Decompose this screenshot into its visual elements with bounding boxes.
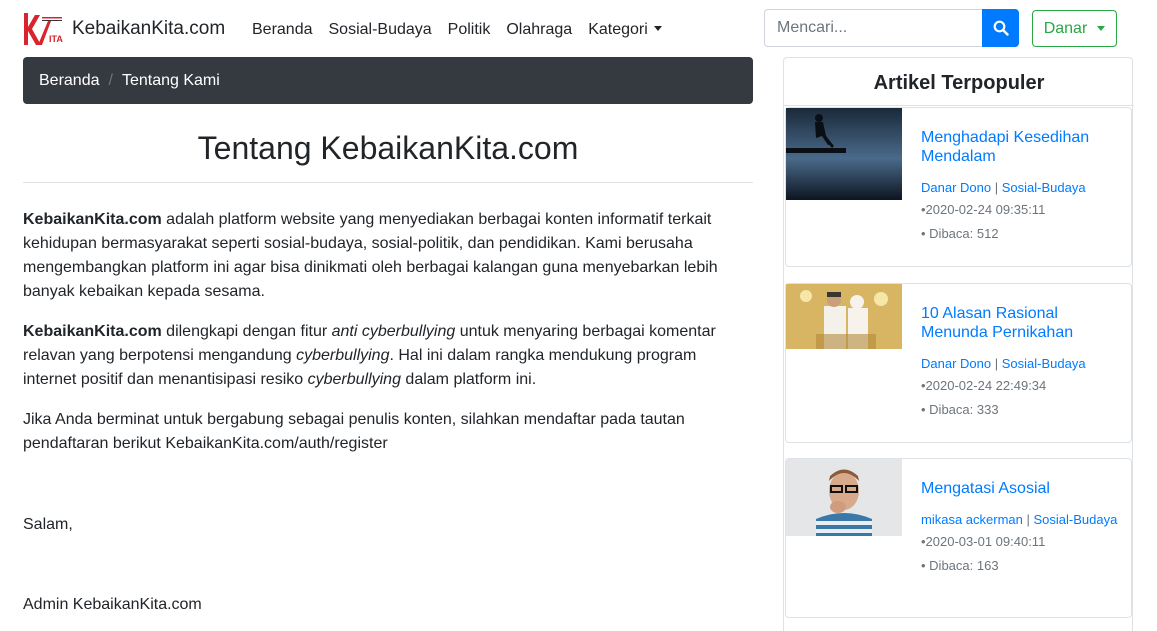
- article-author-link[interactable]: Danar Dono: [921, 180, 991, 195]
- navbar: ITA KebaikanKita.com Beranda Sosial-Buda…: [0, 0, 1157, 57]
- article-date: •2020-02-24 22:49:34: [921, 378, 1047, 393]
- breadcrumb-current: Tentang Kami: [121, 71, 220, 89]
- article-category-link[interactable]: Sosial-Budaya: [1034, 512, 1118, 527]
- article-date: •2020-03-01 09:40:11: [921, 534, 1046, 549]
- article-thumbnail[interactable]: [786, 108, 902, 200]
- page-title: Tentang KebaikanKita.com: [197, 130, 579, 166]
- emphasis-text: cyberbullying: [307, 371, 401, 388]
- brand-logo: ITA: [22, 11, 64, 47]
- meta-separator: |: [1026, 512, 1030, 527]
- article-title-link[interactable]: 10 Alasan Rasional Menunda Pernikahan: [921, 304, 1121, 342]
- user-menu-button[interactable]: Danar: [1032, 10, 1117, 47]
- brand-mention: KebaikanKita.com: [23, 323, 162, 340]
- about-paragraph-1: KebaikanKita.com adalah platform website…: [23, 208, 753, 304]
- nav-beranda[interactable]: Beranda: [244, 18, 321, 42]
- popular-articles-sidebar: Artikel Terpopuler Menghadapi Kesedihan …: [783, 57, 1134, 631]
- nav-kategori-dropdown[interactable]: Kategori: [580, 18, 670, 42]
- article-author-link[interactable]: mikasa ackerman: [921, 512, 1023, 527]
- search-form: [764, 9, 1019, 47]
- about-paragraph-2: KebaikanKita.com dilengkapi dengan fitur…: [23, 320, 753, 392]
- brand-name: KebaikanKita.com: [72, 18, 226, 39]
- breadcrumb-separator: /: [108, 71, 113, 89]
- sidebar-divider: [784, 105, 1134, 106]
- brand-link[interactable]: ITA KebaikanKita.com: [22, 11, 225, 47]
- article-card-body: Mengatasi Asosial mikasa ackerman | Sosi…: [921, 479, 1121, 575]
- article-views: • Dibaca: 163: [921, 558, 999, 573]
- nav-kategori-label: Kategori: [588, 21, 648, 38]
- article-author-link[interactable]: Danar Dono: [921, 356, 991, 371]
- paragraph-text: dilengkapi dengan fitur: [161, 323, 332, 340]
- breadcrumb: Beranda / Tentang Kami: [23, 57, 753, 104]
- nav-politik[interactable]: Politik: [440, 18, 499, 42]
- brand-mention: KebaikanKita.com: [23, 211, 162, 228]
- article-thumbnail[interactable]: [786, 284, 902, 349]
- main-nav: Beranda Sosial-Budaya Politik Olahraga K…: [244, 18, 670, 42]
- emphasis-text: cyberbullying: [296, 347, 390, 364]
- article-views: • Dibaca: 512: [921, 226, 999, 241]
- chevron-down-icon: [1097, 26, 1106, 31]
- article-title-link[interactable]: Mengatasi Asosial: [921, 479, 1121, 498]
- article-meta: Danar Dono | Sosial-Budaya: [921, 354, 1121, 373]
- article-category-link[interactable]: Sosial-Budaya: [1002, 180, 1086, 195]
- chevron-down-icon: [653, 26, 662, 31]
- article-date: •2020-02-24 09:35:11: [921, 202, 1046, 217]
- paragraph-text: dalam platform ini.: [400, 371, 537, 388]
- sidebar-title: Artikel Terpopuler: [873, 72, 1045, 94]
- user-menu-label: Danar: [1043, 19, 1088, 37]
- article-meta: Danar Dono | Sosial-Budaya: [921, 178, 1121, 197]
- article-card-body: Menghadapi Kesedihan Mendalam Danar Dono…: [921, 128, 1121, 243]
- svg-text:ITA: ITA: [49, 34, 63, 44]
- about-content: KebaikanKita.com adalah platform website…: [23, 208, 753, 472]
- title-divider: [23, 182, 753, 183]
- article-title-link[interactable]: Menghadapi Kesedihan Mendalam: [921, 128, 1121, 166]
- article-card: 10 Alasan Rasional Menunda Pernikahan Da…: [785, 283, 1132, 443]
- article-views: • Dibaca: 333: [921, 402, 999, 417]
- search-button[interactable]: [982, 9, 1019, 47]
- about-paragraph-3: Jika Anda berminat untuk bergabung sebag…: [23, 411, 685, 452]
- search-icon: [993, 20, 1009, 36]
- nav-olahraga[interactable]: Olahraga: [498, 18, 580, 42]
- article-card: Menghadapi Kesedihan Mendalam Danar Dono…: [785, 107, 1132, 267]
- article-card-body: 10 Alasan Rasional Menunda Pernikahan Da…: [921, 304, 1121, 419]
- article-meta: mikasa ackerman | Sosial-Budaya: [921, 510, 1121, 529]
- meta-separator: |: [994, 356, 999, 371]
- article-category-link[interactable]: Sosial-Budaya: [1002, 356, 1086, 371]
- nav-sosial-budaya[interactable]: Sosial-Budaya: [321, 18, 440, 42]
- article-card: Mengatasi Asosial mikasa ackerman | Sosi…: [785, 458, 1132, 618]
- emphasis-text: anti cyberbullying: [331, 323, 456, 340]
- article-thumbnail[interactable]: [786, 459, 902, 536]
- closing-salutation: Salam,: [23, 516, 73, 533]
- breadcrumb-home[interactable]: Beranda: [39, 72, 100, 90]
- search-input[interactable]: [764, 9, 983, 47]
- meta-separator: |: [994, 180, 999, 195]
- signature: Admin KebaikanKita.com: [23, 596, 202, 613]
